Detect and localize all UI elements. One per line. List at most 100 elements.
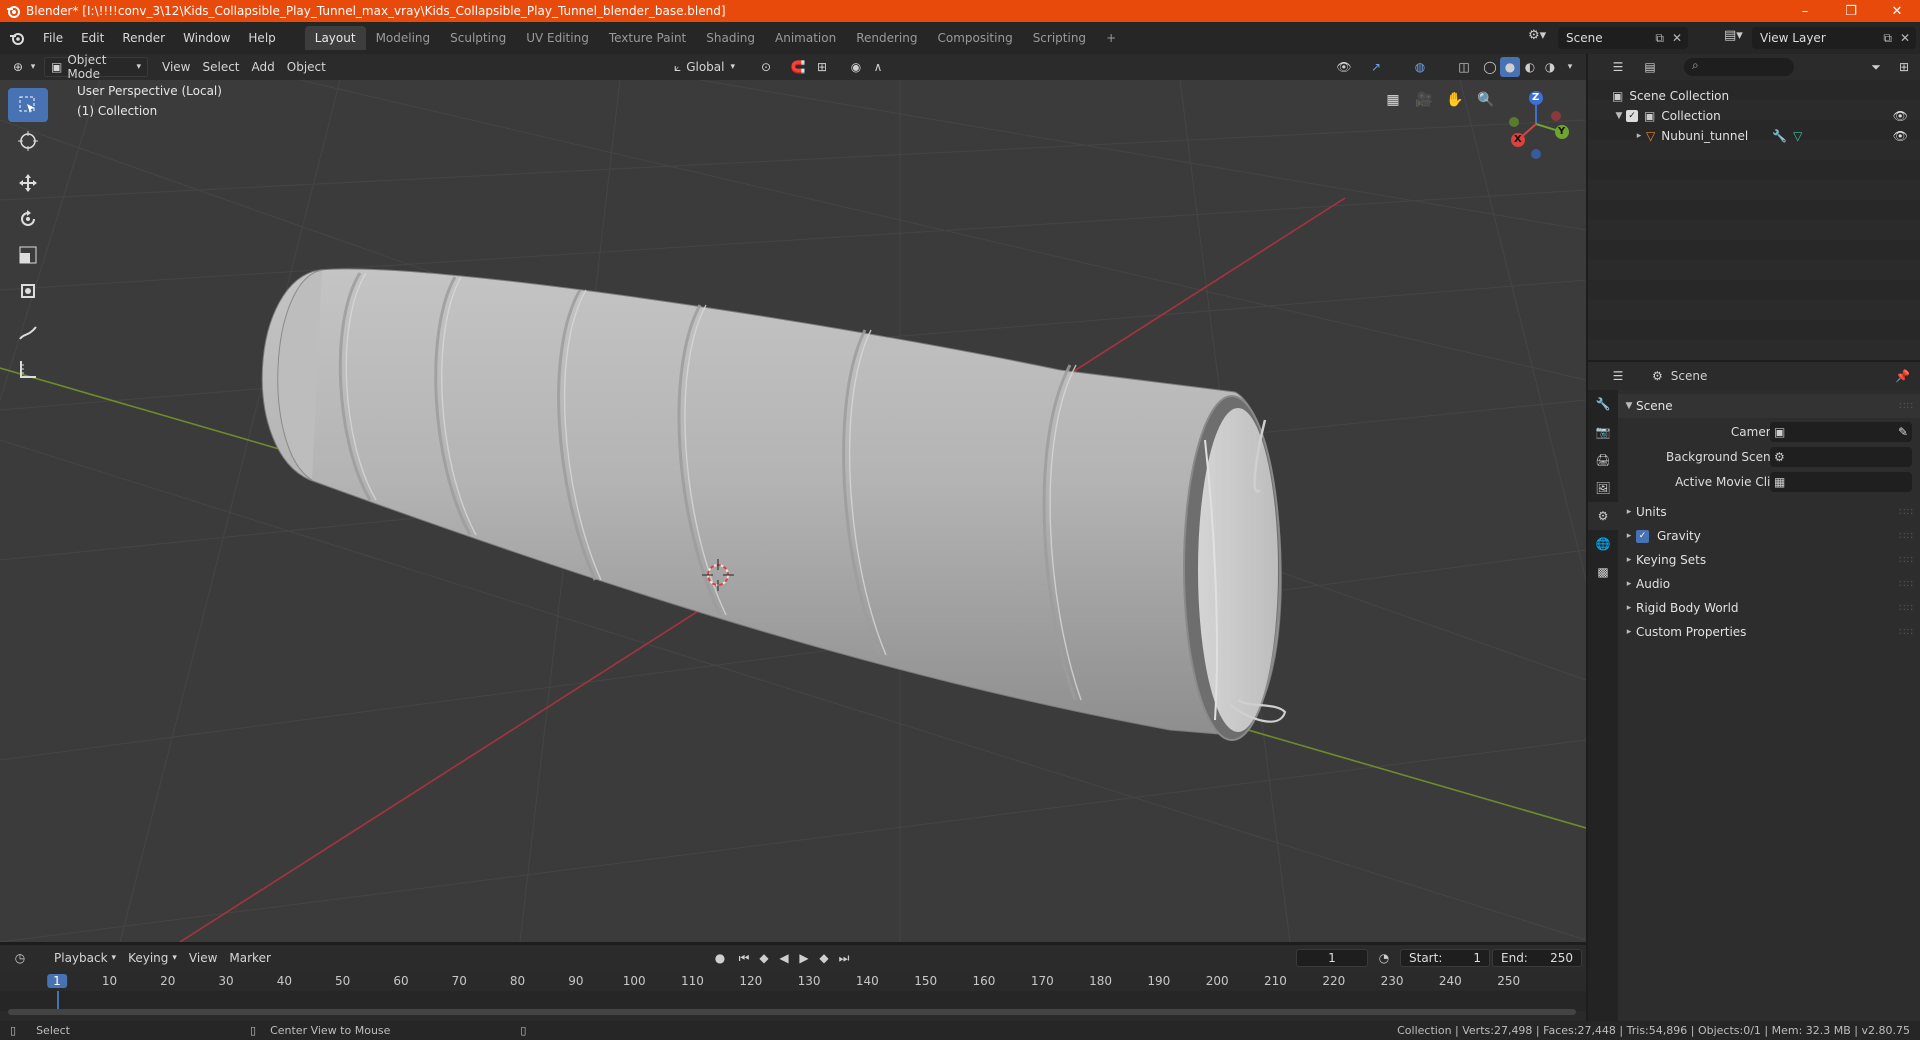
menu-view[interactable]: View: [156, 57, 196, 77]
visibility-selectability-icon[interactable]: 👁: [1334, 57, 1354, 77]
annotate-tool[interactable]: [8, 316, 48, 350]
show-overlays-icon[interactable]: ◍: [1410, 57, 1430, 77]
close-button[interactable]: ✕: [1874, 0, 1920, 22]
move-tool[interactable]: [8, 166, 48, 200]
eye-icon[interactable]: 👁: [1893, 109, 1908, 123]
drag-handle-icon[interactable]: ∷∷: [1899, 627, 1914, 638]
tab-animation[interactable]: Animation: [765, 26, 846, 50]
tab-scripting[interactable]: Scripting: [1023, 26, 1096, 50]
timeline-editor-type-icon[interactable]: ◷: [10, 948, 30, 968]
keying-sets-panel[interactable]: ▸ Keying Sets ∷∷: [1618, 548, 1920, 572]
timeline-area[interactable]: 1 10 20 30 40 50 60 70 80 90 100 110 120 130 140 150 160…: [0, 971, 1586, 1021]
drag-handle-icon[interactable]: ∷∷: [1899, 531, 1914, 542]
eyedropper-icon[interactable]: ✎: [1898, 425, 1908, 439]
tab-layout[interactable]: Layout: [304, 26, 366, 50]
gravity-panel[interactable]: ▸ ✓ Gravity ∷∷: [1618, 524, 1920, 548]
camera-field[interactable]: ▣ ✎: [1770, 422, 1912, 442]
3d-viewport[interactable]: User Perspective (Local) (1) Collection …: [0, 80, 1586, 942]
scene-panel-header[interactable]: ▼ Scene ∷∷: [1618, 394, 1920, 418]
preview-range-icon[interactable]: ◔: [1374, 948, 1394, 968]
marker-menu[interactable]: Marker: [223, 948, 276, 968]
playback-menu[interactable]: Playback ▾: [48, 948, 122, 968]
pivot-point-icon[interactable]: ⊙: [756, 57, 776, 77]
filter-icon[interactable]: ⏷: [1866, 57, 1886, 77]
rendered-shading-icon[interactable]: ◑: [1540, 57, 1560, 77]
drag-handle-icon[interactable]: ∷∷: [1899, 401, 1914, 412]
tab-compositing[interactable]: Compositing: [927, 26, 1022, 50]
outliner-scene-collection[interactable]: ▣ Scene Collection: [1588, 86, 1920, 106]
texture-tab-icon[interactable]: ▩: [1588, 558, 1618, 586]
wireframe-shading-icon[interactable]: ◯: [1480, 57, 1500, 77]
tab-shading[interactable]: Shading: [696, 26, 765, 50]
menu-object[interactable]: Object: [281, 57, 332, 77]
drag-handle-icon[interactable]: ∷∷: [1899, 555, 1914, 566]
outliner-search-field[interactable]: ⌕: [1684, 58, 1794, 76]
tab-modeling[interactable]: Modeling: [366, 26, 441, 50]
scene-selector[interactable]: Scene ⧉ ✕: [1558, 27, 1688, 49]
units-panel[interactable]: ▸ Units ∷∷: [1618, 500, 1920, 524]
snap-icon[interactable]: 🧲: [788, 57, 808, 77]
falloff-icon[interactable]: ∧: [868, 57, 888, 77]
editor-type-dropdown-icon[interactable]: ▾: [28, 57, 38, 77]
menu-help[interactable]: Help: [239, 22, 284, 54]
tab-texture-paint[interactable]: Texture Paint: [599, 26, 696, 50]
delete-scene-icon[interactable]: ✕: [1672, 31, 1682, 45]
next-keyframe-icon[interactable]: ◆: [814, 948, 834, 968]
toggle-camera-view-icon[interactable]: ▦: [1379, 86, 1407, 114]
scale-tool[interactable]: [8, 238, 48, 272]
menu-select[interactable]: Select: [196, 57, 245, 77]
expand-arrow-icon[interactable]: ▼: [1612, 111, 1626, 121]
rotate-tool[interactable]: [8, 202, 48, 236]
mode-selector[interactable]: ▣ Object Mode ▾: [44, 53, 148, 81]
transform-orientation-dropdown[interactable]: ⟀ Global ▾: [668, 57, 741, 77]
mesh-data-icon[interactable]: ▽: [1793, 129, 1802, 143]
material-preview-icon[interactable]: ◐: [1520, 57, 1540, 77]
menu-edit[interactable]: Edit: [72, 22, 113, 54]
tab-sculpting[interactable]: Sculpting: [440, 26, 516, 50]
jump-start-icon[interactable]: ⏮: [734, 948, 754, 968]
new-view-layer-icon[interactable]: ⧉: [1883, 31, 1892, 46]
active-movie-clip-field[interactable]: ▦: [1770, 472, 1912, 492]
cursor-tool[interactable]: [8, 124, 48, 158]
keying-menu[interactable]: Keying ▾: [122, 948, 183, 968]
render-tab-icon[interactable]: 📷: [1588, 418, 1618, 446]
custom-properties-panel[interactable]: ▸ Custom Properties ∷∷: [1618, 620, 1920, 644]
select-box-tool[interactable]: [8, 88, 48, 122]
play-reverse-icon[interactable]: ◀: [774, 948, 794, 968]
drag-handle-icon[interactable]: ∷∷: [1899, 507, 1914, 518]
measure-tool[interactable]: [8, 352, 48, 386]
transform-tool[interactable]: [8, 274, 48, 308]
pin-icon[interactable]: 📌: [1895, 369, 1910, 383]
scene-icon[interactable]: ⚙▾: [1528, 28, 1546, 43]
play-icon[interactable]: ▶: [794, 948, 814, 968]
gravity-checkbox[interactable]: ✓: [1636, 529, 1649, 543]
prev-keyframe-icon[interactable]: ◆: [754, 948, 774, 968]
pan-view-icon[interactable]: ✋: [1441, 86, 1469, 114]
jump-end-icon[interactable]: ⏭: [834, 948, 854, 968]
output-tab-icon[interactable]: 🖨: [1588, 446, 1618, 474]
outliner-object[interactable]: ▸ ▽ Nubuni_tunnel 🔧 ▽ 👁: [1588, 126, 1920, 146]
shading-options-icon[interactable]: ▾: [1560, 57, 1580, 77]
new-collection-icon[interactable]: ⊞: [1894, 57, 1914, 77]
expand-arrow-icon[interactable]: ▸: [1632, 131, 1646, 141]
timeline-scrollbar[interactable]: [8, 1009, 1576, 1015]
show-gizmo-icon[interactable]: ↗: [1366, 57, 1386, 77]
tab-uv-editing[interactable]: UV Editing: [516, 26, 599, 50]
properties-editor-type-icon[interactable]: ☰: [1608, 366, 1628, 386]
view-layer-tab-icon[interactable]: 🖼: [1588, 474, 1618, 502]
world-tab-icon[interactable]: 🌐: [1588, 530, 1618, 558]
collection-checkbox[interactable]: ✓: [1626, 110, 1638, 122]
end-frame-field[interactable]: End: 250: [1492, 949, 1582, 967]
rigid-body-world-panel[interactable]: ▸ Rigid Body World ∷∷: [1618, 596, 1920, 620]
camera-view-icon[interactable]: 🎥: [1410, 86, 1438, 114]
menu-window[interactable]: Window: [174, 22, 239, 54]
tool-tab-icon[interactable]: 🔧: [1588, 390, 1618, 418]
current-frame-field[interactable]: 1: [1296, 949, 1368, 967]
menu-render[interactable]: Render: [113, 22, 174, 54]
audio-panel[interactable]: ▸ Audio ∷∷: [1618, 572, 1920, 596]
outliner-collection[interactable]: ▼ ✓ ▣ Collection 👁: [1588, 106, 1920, 126]
view-layer-icon[interactable]: ▤▾: [1724, 28, 1743, 43]
proportional-edit-icon[interactable]: ◉: [846, 57, 866, 77]
eye-icon[interactable]: 👁: [1893, 129, 1908, 143]
minimize-button[interactable]: –: [1782, 0, 1828, 22]
